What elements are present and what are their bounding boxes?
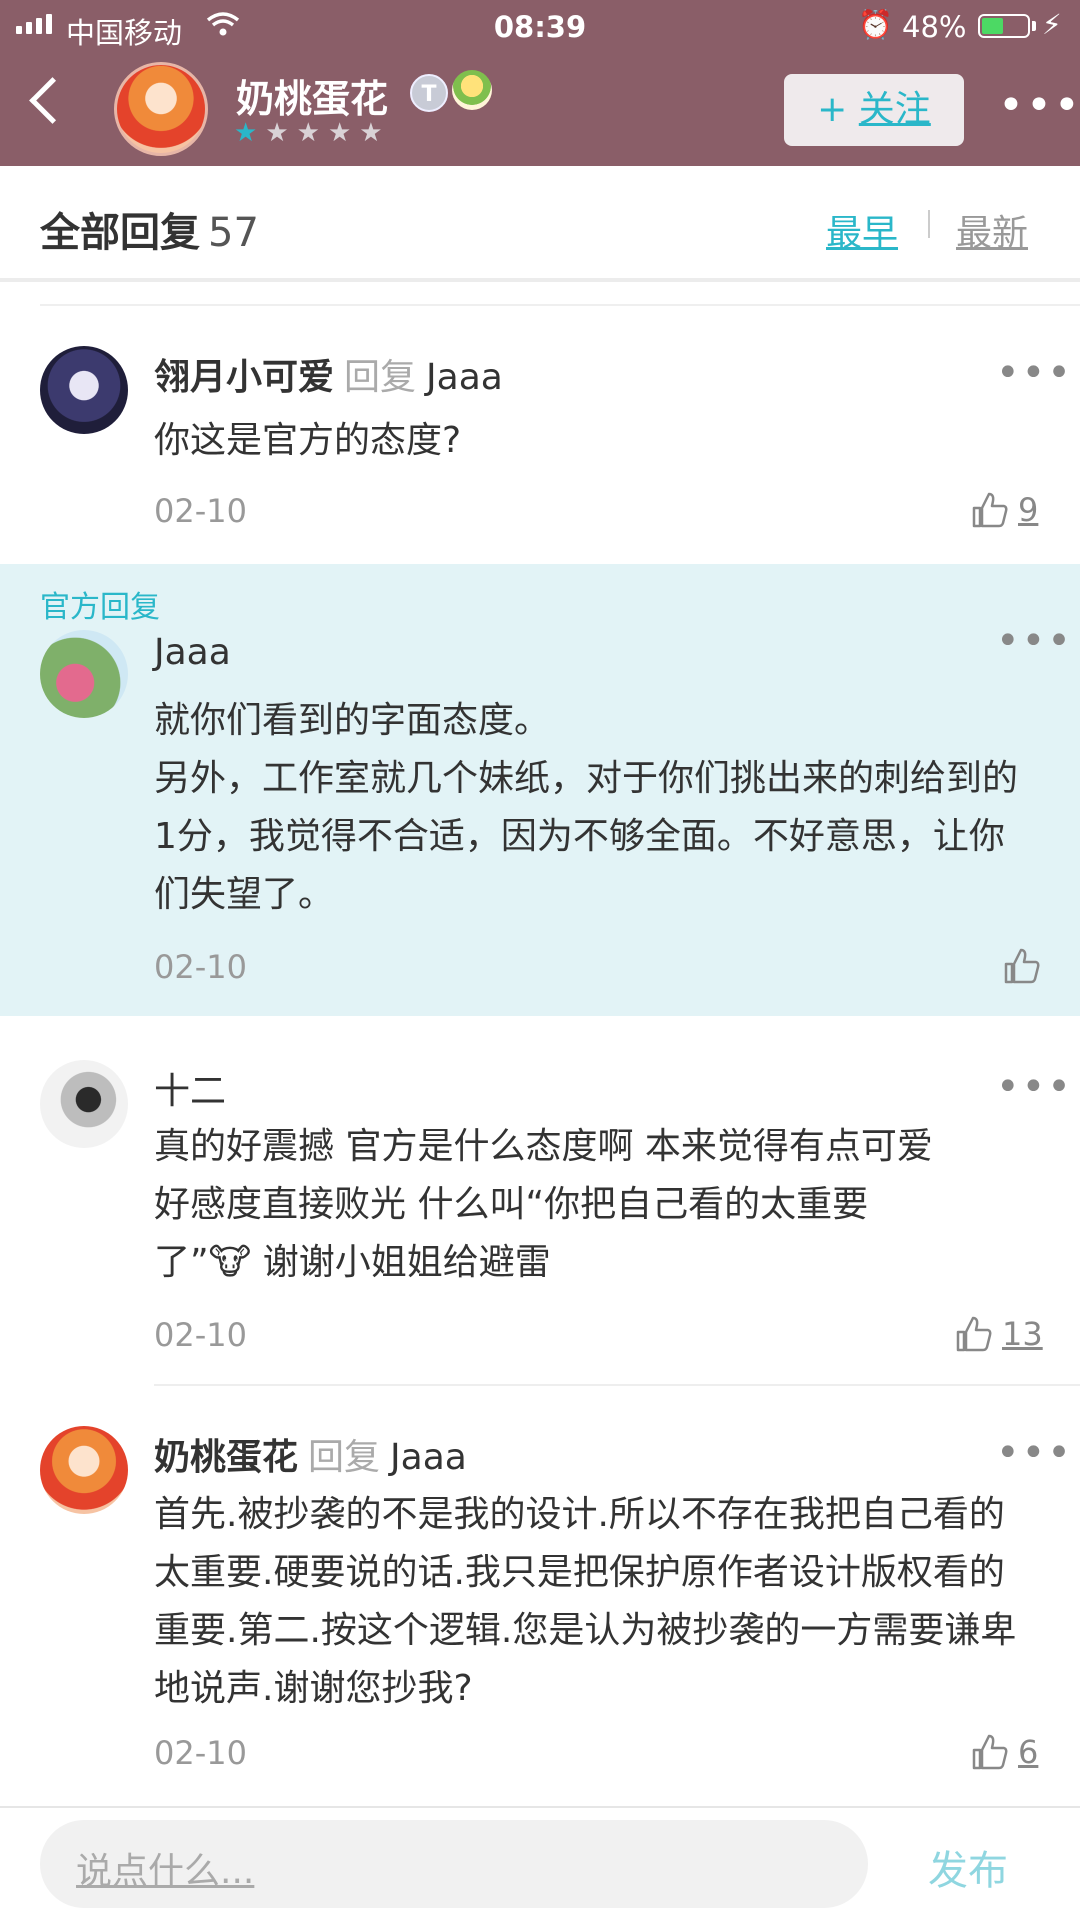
follow-button[interactable]: + 关注 bbox=[784, 74, 964, 146]
comment-author-line: 奶桃蛋花 回复 Jaaa bbox=[154, 1428, 467, 1480]
like-count: 9 bbox=[1018, 491, 1039, 529]
alarm-icon: ⏰ bbox=[858, 8, 893, 41]
comment-text: 首先.被抄袭的不是我的设计.所以不存在我把自己看的太重要.硬要说的话.我只是把保… bbox=[154, 1494, 1017, 1709]
battery-tip bbox=[1032, 21, 1036, 31]
comment-more-icon[interactable]: ••• bbox=[996, 1430, 1073, 1476]
composer-divider bbox=[0, 1806, 1080, 1808]
like-button[interactable] bbox=[1002, 946, 1050, 986]
comment-item: 奶桃蛋花 回复 Jaaa ••• 首先.被抄袭的不是我的设计.所以不存在我把自己看的… bbox=[0, 1386, 1080, 1804]
follow-label: 关注 bbox=[858, 89, 931, 130]
thumbs-up-icon bbox=[970, 490, 1010, 530]
star-icon: ★ bbox=[265, 118, 289, 148]
comment-text: 真的好震撼 官方是什么态度啊 本来觉得有点可爱 好感度直接败光 什么叫“你把自己… bbox=[154, 1126, 933, 1283]
charging-icon: ⚡ bbox=[1042, 8, 1062, 41]
comment-author-line: Jaaa bbox=[154, 632, 231, 673]
avatar[interactable] bbox=[40, 1060, 128, 1148]
star-icon: ★ bbox=[327, 118, 352, 148]
reply-target[interactable]: Jaaa bbox=[426, 357, 503, 398]
status-bar: 中国移动 08:39 ⏰ 48% ⚡ bbox=[0, 0, 1080, 54]
comment-date: 02-10 bbox=[154, 948, 247, 986]
like-button[interactable]: 6 bbox=[970, 1732, 1038, 1772]
character-badge-icon bbox=[452, 70, 492, 110]
like-count: 6 bbox=[1018, 1733, 1039, 1771]
like-button[interactable]: 13 bbox=[954, 1314, 1043, 1354]
comment-date: 02-10 bbox=[154, 1734, 247, 1772]
thumbs-up-icon bbox=[970, 1732, 1010, 1772]
comment-text: 你这是官方的态度? bbox=[154, 420, 462, 461]
star-icon: ★ bbox=[359, 118, 383, 148]
replies-count: 57 bbox=[208, 210, 259, 256]
avatar[interactable] bbox=[40, 1426, 128, 1514]
publish-button[interactable]: 发布 bbox=[928, 1838, 1008, 1896]
comment-author-line: 十二 bbox=[154, 1062, 226, 1114]
profile-avatar[interactable] bbox=[114, 62, 208, 156]
thumbs-up-icon bbox=[954, 1314, 994, 1354]
like-button[interactable]: 9 bbox=[970, 490, 1038, 530]
comment-input-placeholder: 说点什么... bbox=[76, 1851, 255, 1892]
sort-divider bbox=[928, 210, 930, 238]
profile-name[interactable]: 奶桃蛋花 bbox=[236, 68, 388, 123]
battery-percent: 48% bbox=[902, 10, 967, 44]
comment-item: 翎月小可爱 回复 Jaaa ••• 你这是官方的态度? 02-10 9 bbox=[0, 306, 1080, 560]
official-comment-item: 官方回复 Jaaa ••• 就你们看到的字面态度。 另外，工作室就几个妹纸，对于… bbox=[0, 564, 1080, 1016]
thumbs-up-icon bbox=[1002, 946, 1042, 986]
reply-word: 回复 bbox=[308, 1437, 381, 1478]
avatar[interactable] bbox=[40, 346, 128, 434]
avatar[interactable] bbox=[40, 630, 128, 718]
battery-icon bbox=[978, 14, 1030, 38]
comment-author[interactable]: 翎月小可爱 bbox=[154, 357, 334, 398]
comment-more-icon[interactable]: ••• bbox=[996, 618, 1073, 664]
comment-author[interactable]: 奶桃蛋花 bbox=[154, 1437, 298, 1478]
comment-text: 就你们看到的字面态度。 另外，工作室就几个妹纸，对于你们挑出来的刺给到的1分，我… bbox=[154, 700, 1019, 915]
like-count: 13 bbox=[1002, 1315, 1043, 1353]
level-badge-icon: T bbox=[410, 74, 448, 112]
replies-title: 全部回复 57 bbox=[40, 200, 259, 258]
comment-author[interactable]: 十二 bbox=[154, 1071, 226, 1112]
top-bar: 中国移动 08:39 ⏰ 48% ⚡ 奶桃蛋花 T ★ ★ ★ ★ ★ + 关注 ••• bbox=[0, 0, 1080, 166]
sort-earliest-button[interactable]: 最早 bbox=[826, 204, 898, 256]
comment-author[interactable]: Jaaa bbox=[154, 632, 231, 673]
reply-word: 回复 bbox=[344, 357, 417, 398]
comment-more-icon[interactable]: ••• bbox=[996, 1064, 1073, 1110]
comment-author-line: 翎月小可爱 回复 Jaaa bbox=[154, 348, 503, 400]
more-options-icon[interactable]: ••• bbox=[998, 80, 1080, 131]
back-chevron-icon[interactable] bbox=[29, 77, 76, 124]
header-divider bbox=[0, 278, 1080, 282]
comment-date: 02-10 bbox=[154, 1316, 247, 1354]
comment-item: 十二 ••• 真的好震撼 官方是什么态度啊 本来觉得有点可爱 好感度直接败光 什… bbox=[0, 1020, 1080, 1380]
comment-date: 02-10 bbox=[154, 492, 247, 530]
official-reply-label: 官方回复 bbox=[40, 590, 160, 625]
plus-icon: + bbox=[817, 89, 848, 130]
star-icon: ★ bbox=[296, 118, 320, 148]
comment-more-icon[interactable]: ••• bbox=[996, 350, 1073, 396]
rating-stars: ★ ★ ★ ★ ★ bbox=[234, 118, 383, 148]
replies-title-text: 全部回复 bbox=[40, 210, 200, 256]
sort-latest-button[interactable]: 最新 bbox=[956, 204, 1028, 256]
star-icon: ★ bbox=[234, 118, 258, 148]
reply-target[interactable]: Jaaa bbox=[390, 1437, 467, 1478]
